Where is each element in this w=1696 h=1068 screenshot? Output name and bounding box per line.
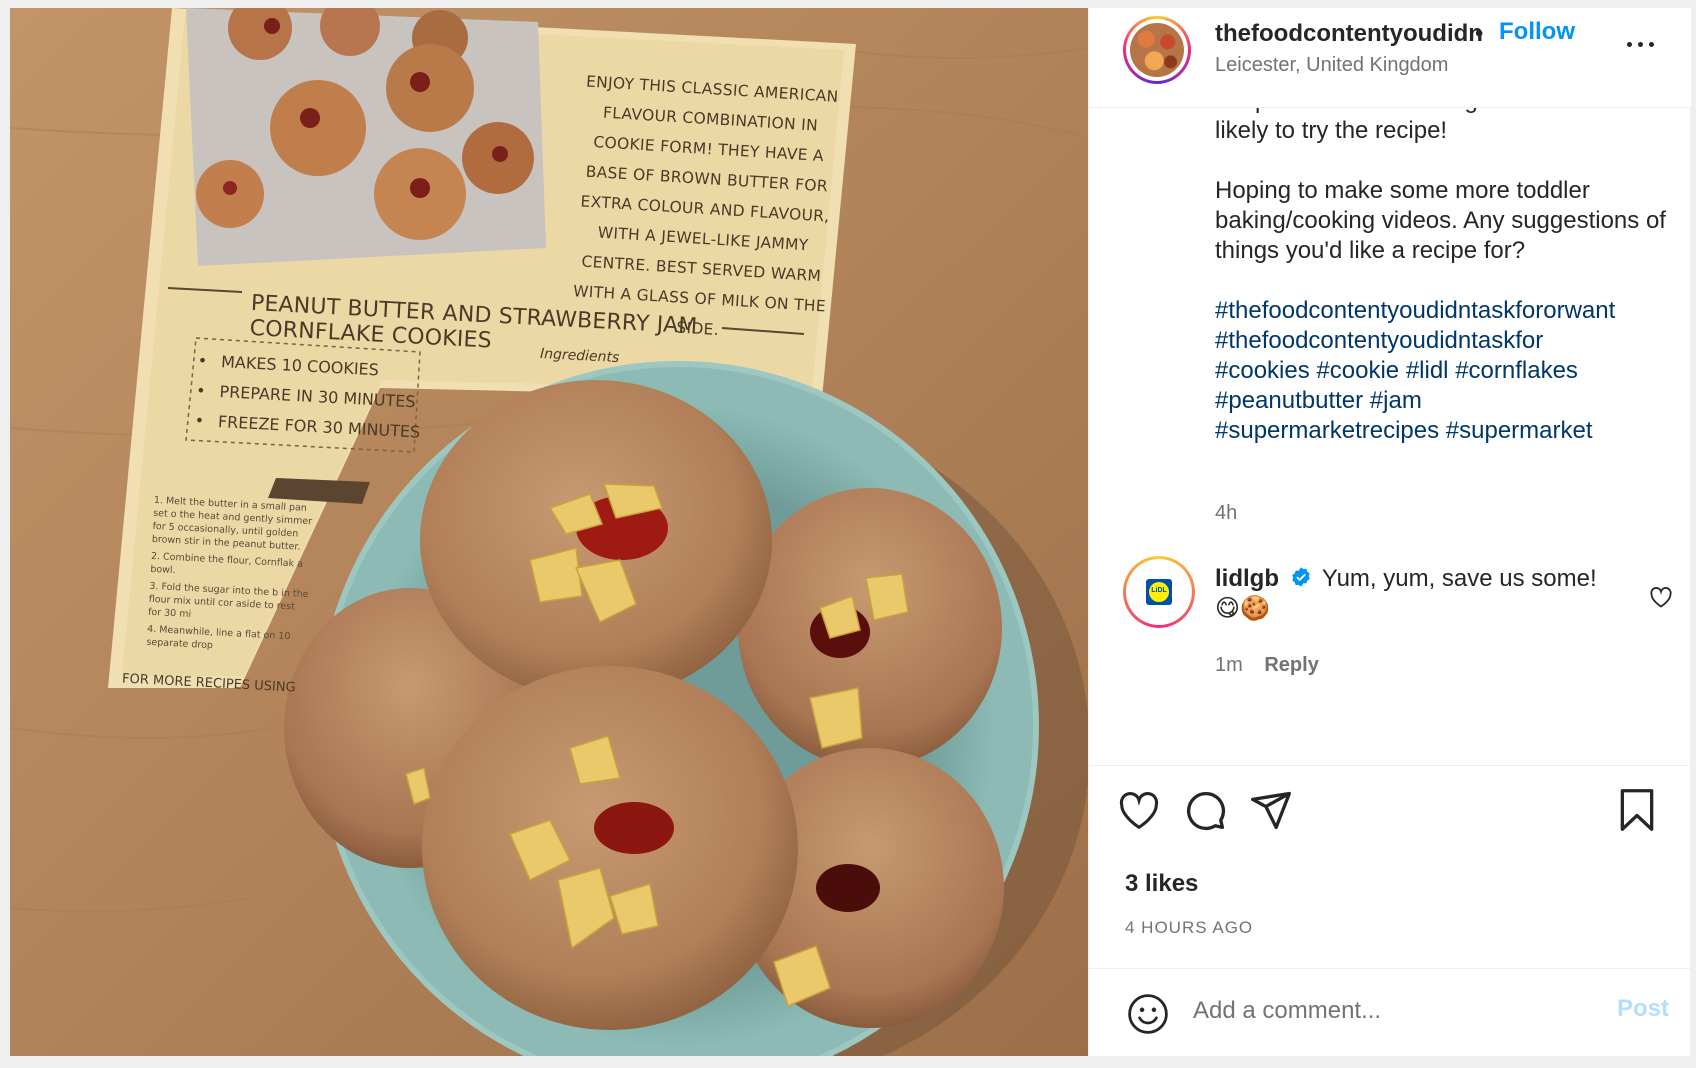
author-username[interactable]: thefoodcontentyoudidn — [1215, 20, 1483, 48]
comments-scroll-area[interactable]: If a photo of food looks good I'm more l… — [1089, 108, 1691, 766]
comment-time[interactable]: 1m — [1215, 654, 1243, 676]
post-comment-button[interactable]: Post — [1617, 995, 1669, 1023]
comment-body: lidlgb Yum, yum, save us some! 😋🍪 — [1215, 564, 1615, 624]
hashtag-link[interactable]: #jam — [1370, 387, 1422, 414]
recipe-facts: MAKES 10 COOKIES PREPARE IN 30 MINUTES F… — [194, 346, 434, 448]
method-step: 2. Combine the flour, Cornflak a bowl. — [150, 550, 304, 577]
hashtag-link[interactable]: #peanutbutter — [1215, 387, 1363, 414]
post-location[interactable]: Leicester, United Kingdom — [1215, 54, 1448, 77]
comment-text: Yum, yum, save us some! — [1321, 565, 1597, 592]
reply-button[interactable]: Reply — [1264, 654, 1318, 676]
comment-item: LiDL lidlgb Yum, yum, save us some! 😋🍪 1… — [1089, 556, 1691, 696]
comment-input[interactable] — [1193, 991, 1573, 1031]
hashtag-link[interactable]: #cornflakes — [1455, 357, 1578, 384]
verified-icon — [1291, 567, 1310, 587]
method-step: 1. Melt the butter in a small pan set o … — [151, 494, 313, 553]
author-avatar-image — [1130, 23, 1184, 77]
emoji-icon[interactable] — [1127, 993, 1169, 1035]
hashtag-link[interactable]: #thefoodcontentyoudidntaskfor — [1215, 327, 1543, 354]
caption-timestamp[interactable]: 4h — [1215, 502, 1237, 525]
more-icon — [1627, 42, 1632, 47]
commenter-avatar[interactable]: LiDL — [1123, 556, 1195, 628]
more-options-button[interactable] — [1627, 34, 1661, 54]
comment-icon[interactable] — [1183, 788, 1227, 832]
bookmark-icon[interactable] — [1617, 788, 1657, 832]
more-icon-dot — [1649, 42, 1654, 47]
likes-count[interactable]: 3 likes — [1125, 870, 1198, 898]
post-panel: thefoodcontentyoudidn • Follow Leicester… — [1088, 8, 1691, 1056]
add-comment-bar: Post — [1089, 968, 1691, 1056]
method-step: 3. Fold the sugar into the b in the flou… — [147, 580, 309, 621]
hashtag-link[interactable]: #supermarket — [1446, 417, 1593, 444]
caption-partial-line: If a photo of food looks good I'm more — [1215, 108, 1675, 116]
post-modal: ENJOY THIS CLASSIC AMERICAN FLAVOUR COMB… — [10, 8, 1691, 1056]
comment-like-heart-icon[interactable] — [1649, 586, 1673, 608]
comment-emoji: 😋🍪 — [1215, 595, 1270, 622]
caption-para-1: likely to try the recipe! — [1215, 117, 1448, 144]
post-actions: 3 likes 4 HOURS AGO — [1089, 766, 1691, 956]
more-icon-dot — [1638, 42, 1643, 47]
method-step: 4. Meanwhile, line a flat on 10 separate… — [146, 623, 291, 652]
hashtag-link[interactable]: #thefoodcontentyoudidntaskfororwant — [1215, 297, 1615, 324]
commenter-username[interactable]: lidlgb — [1215, 565, 1279, 592]
post-header: thefoodcontentyoudidn • Follow Leicester… — [1089, 8, 1691, 108]
hashtag-link[interactable]: #lidl — [1406, 357, 1449, 384]
caption-hashtags: #thefoodcontentyoudidntaskfororwant #the… — [1215, 296, 1675, 446]
follow-button[interactable]: Follow — [1499, 18, 1575, 46]
share-icon[interactable] — [1249, 788, 1293, 832]
caption-para-2: Hoping to make some more toddler baking/… — [1215, 177, 1673, 264]
hashtag-link[interactable]: #cookie — [1316, 357, 1399, 384]
lidl-logo: LiDL — [1131, 564, 1187, 620]
author-avatar[interactable] — [1123, 16, 1191, 84]
heart-icon[interactable] — [1117, 790, 1161, 830]
hashtag-link[interactable]: #cookies — [1215, 357, 1310, 384]
post-caption: If a photo of food looks good I'm more l… — [1215, 108, 1675, 446]
hashtag-link[interactable]: #supermarketrecipes — [1215, 417, 1439, 444]
recipe-method: 1. Melt the butter in a small pan set o … — [146, 494, 314, 661]
post-photo[interactable]: ENJOY THIS CLASSIC AMERICAN FLAVOUR COMB… — [10, 8, 1088, 1056]
post-time-ago[interactable]: 4 HOURS AGO — [1125, 918, 1253, 938]
separator-dot: • — [1475, 20, 1484, 47]
comment-meta: 1m Reply — [1215, 654, 1319, 677]
